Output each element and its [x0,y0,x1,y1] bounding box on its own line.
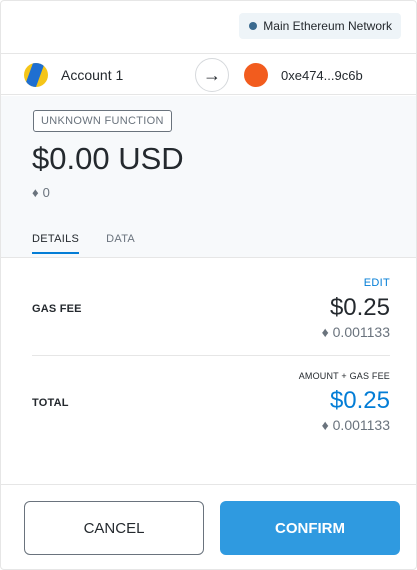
edit-gas-link[interactable]: EDIT [364,277,390,289]
total-eth: ♦ 0.001133 [321,417,390,433]
gas-fee-eth: ♦ 0.001133 [321,324,390,340]
sender-identicon-icon [24,63,48,87]
tab-data[interactable]: DATA [106,233,135,254]
tab-bar: DETAILS DATA [32,233,135,254]
network-label: Main Ethereum Network [263,19,392,33]
network-selector[interactable]: Main Ethereum Network [239,13,401,39]
gas-fee-fiat: $0.25 [329,294,390,321]
sender[interactable]: Account 1 [24,54,123,96]
arrow-right-icon: → [195,58,229,92]
sender-name: Account 1 [61,67,124,83]
gas-fee-label: GAS FEE [32,303,82,315]
recipient-address: 0xe474...9c6b [281,67,363,83]
confirm-transaction-page: Main Ethereum Network Account 1 → 0xe474… [0,0,417,570]
fiat-amount: $0.00 USD [32,141,184,176]
total-fiat: $0.25 [329,387,390,414]
eth-amount-value: 0 [42,185,50,200]
total-label: TOTAL [32,397,69,409]
footer: CANCEL CONFIRM [1,484,416,569]
transaction-summary: UNKNOWN FUNCTION $0.00 USD ♦ 0 DETAILS D… [1,96,416,258]
recipient[interactable]: 0xe474...9c6b [244,54,363,96]
function-badge: UNKNOWN FUNCTION [33,110,172,132]
confirm-button[interactable]: CONFIRM [220,501,400,555]
divider [32,355,390,356]
network-dot-icon [249,22,258,30]
tab-details[interactable]: DETAILS [32,233,80,254]
recipient-identicon-icon [244,63,268,87]
total-heading: AMOUNT + GAS FEE [298,371,390,381]
eth-diamond-icon: ♦ [32,185,39,200]
eth-amount: ♦ 0 [32,185,50,200]
sender-recipient-row: Account 1 → 0xe474...9c6b [1,53,416,95]
cancel-button[interactable]: CANCEL [24,501,204,555]
